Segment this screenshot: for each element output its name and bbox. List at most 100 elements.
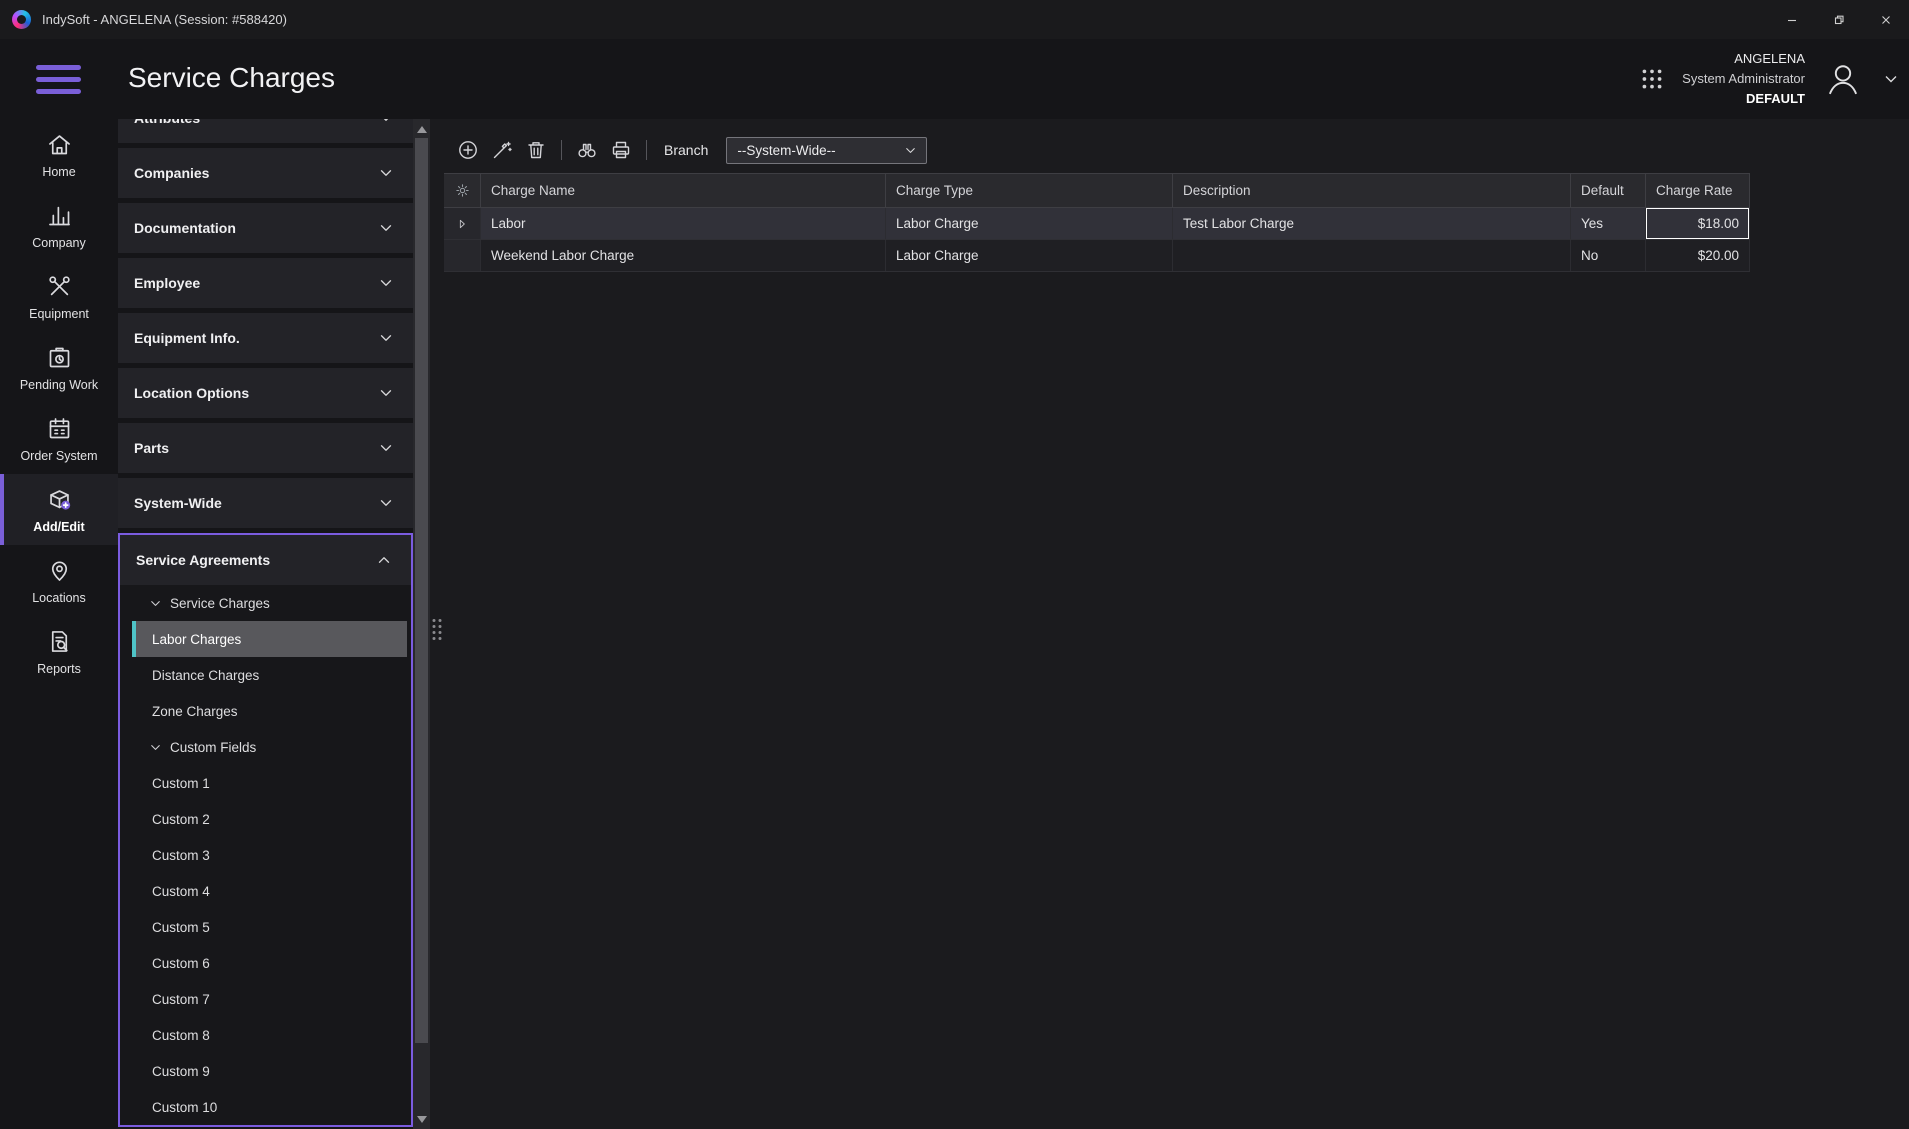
add-icon <box>457 139 479 161</box>
scroll-down-button[interactable] <box>413 1111 430 1127</box>
nav-item-reports[interactable]: Reports <box>0 616 118 687</box>
nav-item-label: Company <box>32 236 86 250</box>
accordion-section-location-options[interactable]: Location Options <box>118 368 413 418</box>
accordion-section-companies[interactable]: Companies <box>118 148 413 198</box>
window-controls <box>1768 0 1909 39</box>
branch-dropdown-value: --System-Wide-- <box>737 143 835 158</box>
add-button[interactable] <box>454 136 482 164</box>
column-header-charge-rate[interactable]: Charge Rate <box>1646 174 1750 207</box>
scroll-up-button[interactable] <box>413 121 430 137</box>
cell-default: Yes <box>1571 208 1646 239</box>
nav-item-equipment[interactable]: Equipment <box>0 261 118 332</box>
delete-button[interactable] <box>522 136 550 164</box>
close-icon <box>1880 14 1892 26</box>
chevron-down-icon <box>377 494 395 512</box>
chevron-down-icon <box>377 439 395 457</box>
section-label: Companies <box>134 165 209 181</box>
nav-item-home[interactable]: Home <box>0 119 118 190</box>
locations-icon <box>46 557 73 584</box>
accordion-section-documentation[interactable]: Documentation <box>118 203 413 253</box>
column-header-charge-name[interactable]: Charge Name <box>481 174 886 207</box>
row-expand-button[interactable] <box>444 208 481 239</box>
main-content: Branch --System-Wide-- Charge Name Charg… <box>444 119 1909 1129</box>
tree-item-label: Labor Charges <box>152 632 241 647</box>
close-button[interactable] <box>1862 0 1909 39</box>
toolbar-separator <box>561 140 562 160</box>
trash-icon <box>525 139 547 161</box>
binoculars-icon <box>576 139 598 161</box>
grid-row-labor[interactable]: Labor Labor Charge Test Labor Charge Yes… <box>444 208 1750 240</box>
edit-button[interactable] <box>488 136 516 164</box>
tree-item-custom-7[interactable]: Custom 7 <box>132 981 407 1017</box>
tree-item-custom-4[interactable]: Custom 4 <box>132 873 407 909</box>
apps-grid-icon[interactable] <box>1637 64 1667 94</box>
accordion-section-equipment-info[interactable]: Equipment Info. <box>118 313 413 363</box>
nav-item-locations[interactable]: Locations <box>0 545 118 616</box>
user-cluster: ANGELENA System Administrator DEFAULT <box>1637 39 1901 119</box>
column-header-description[interactable]: Description <box>1173 174 1571 207</box>
tree-item-custom-1[interactable]: Custom 1 <box>132 765 407 801</box>
app-header: Service Charges ANGELENA System Administ… <box>0 39 1909 119</box>
accordion-section-attributes[interactable]: Attributes <box>118 119 413 143</box>
tree-item-custom-2[interactable]: Custom 2 <box>132 801 407 837</box>
nav-item-pending-work[interactable]: Pending Work <box>0 332 118 403</box>
panel-splitter[interactable] <box>430 119 444 1129</box>
tree-group-service-charges[interactable]: Service Charges <box>132 585 407 621</box>
minimize-icon <box>1786 14 1798 26</box>
menu-button[interactable] <box>36 58 81 100</box>
accordion-section-employee[interactable]: Employee <box>118 258 413 308</box>
tree-group-custom-fields[interactable]: Custom Fields <box>132 729 407 765</box>
grid-customization-button[interactable] <box>444 174 481 207</box>
section-label: Documentation <box>134 220 236 236</box>
service-agreements-tree: Service Charges Labor Charges Distance C… <box>120 585 411 1125</box>
toolbar-separator <box>646 140 647 160</box>
chevron-down-icon <box>903 143 918 158</box>
add-edit-accordion-panel: Attributes Companies Documentation Emplo… <box>118 119 413 1129</box>
accordion-section-parts[interactable]: Parts <box>118 423 413 473</box>
cell-charge-rate: $20.00 <box>1646 240 1750 271</box>
section-label: Employee <box>134 275 200 291</box>
nav-item-label: Pending Work <box>20 378 98 392</box>
tree-item-custom-3[interactable]: Custom 3 <box>132 837 407 873</box>
tree-item-custom-9[interactable]: Custom 9 <box>132 1053 407 1089</box>
order-system-icon <box>46 415 73 442</box>
column-header-default[interactable]: Default <box>1571 174 1646 207</box>
column-header-charge-type[interactable]: Charge Type <box>886 174 1173 207</box>
avatar[interactable] <box>1820 56 1866 102</box>
restore-button[interactable] <box>1815 0 1862 39</box>
person-icon <box>1822 58 1864 100</box>
accordion-scrollbar[interactable] <box>413 119 430 1129</box>
tree-item-custom-10[interactable]: Custom 10 <box>132 1089 407 1125</box>
tree-item-custom-5[interactable]: Custom 5 <box>132 909 407 945</box>
tree-item-custom-6[interactable]: Custom 6 <box>132 945 407 981</box>
grid-row-weekend-labor[interactable]: Weekend Labor Charge Labor Charge No $20… <box>444 240 1750 272</box>
tree-item-zone-charges[interactable]: Zone Charges <box>132 693 407 729</box>
accordion-section-system-wide[interactable]: System-Wide <box>118 478 413 528</box>
service-agreements-header[interactable]: Service Agreements <box>120 535 411 585</box>
cell-charge-type: Labor Charge <box>886 240 1173 271</box>
find-button[interactable] <box>573 136 601 164</box>
nav-item-label: Reports <box>37 662 81 676</box>
scrollbar-thumb[interactable] <box>415 138 428 1043</box>
tree-item-label: Custom 3 <box>152 848 210 863</box>
tree-item-distance-charges[interactable]: Distance Charges <box>132 657 407 693</box>
print-button[interactable] <box>607 136 635 164</box>
expand-arrow-icon <box>454 216 470 232</box>
nav-item-company[interactable]: Company <box>0 190 118 261</box>
chevron-down-icon <box>377 119 395 127</box>
cell-charge-type: Labor Charge <box>886 208 1173 239</box>
branch-dropdown[interactable]: --System-Wide-- <box>726 137 927 164</box>
chevron-down-icon <box>148 740 163 755</box>
chevron-down-icon <box>377 274 395 292</box>
user-menu-chevron-down-icon[interactable] <box>1881 69 1901 89</box>
tree-item-label: Custom 4 <box>152 884 210 899</box>
reports-icon <box>46 628 73 655</box>
nav-item-add-edit[interactable]: Add/Edit <box>0 474 118 545</box>
tree-item-custom-8[interactable]: Custom 8 <box>132 1017 407 1053</box>
nav-item-order-system[interactable]: Order System <box>0 403 118 474</box>
tree-item-labor-charges[interactable]: Labor Charges <box>132 621 407 657</box>
add-edit-icon <box>46 486 73 513</box>
tree-item-label: Custom 10 <box>152 1100 217 1115</box>
minimize-button[interactable] <box>1768 0 1815 39</box>
branch-label: Branch <box>664 142 708 158</box>
